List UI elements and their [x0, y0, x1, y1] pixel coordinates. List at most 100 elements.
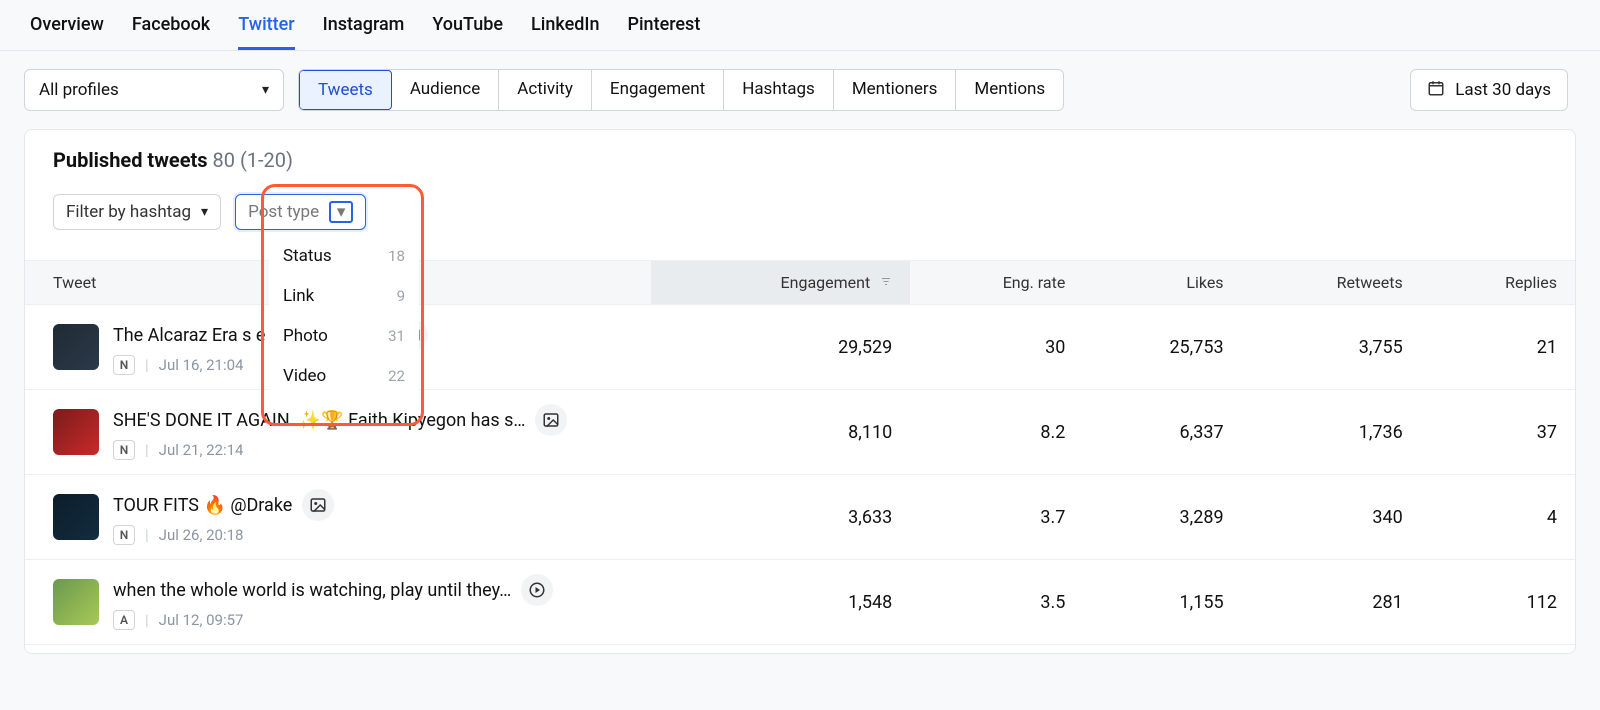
col-likes[interactable]: Likes [1083, 261, 1241, 305]
table-row[interactable]: when the whole world is watching, play u… [25, 560, 1575, 645]
tab-pinterest[interactable]: Pinterest [627, 14, 700, 50]
subtab-activity[interactable]: Activity [499, 70, 592, 110]
separator: | [145, 526, 149, 544]
option-count: 22 [388, 367, 405, 385]
cell-replies: 37 [1421, 390, 1575, 475]
cell-eng-rate: 30 [910, 305, 1083, 390]
table-row[interactable]: SHE'S DONE IT AGAIN. ✨🏆 Faith Kipyegon h… [25, 390, 1575, 475]
tab-instagram[interactable]: Instagram [323, 14, 405, 50]
option-link[interactable]: Link 9 [269, 276, 419, 316]
cell-engagement: 29,529 [651, 305, 910, 390]
image-icon [535, 404, 567, 436]
tweet-thumbnail [53, 494, 99, 540]
cell-eng-rate: 8.2 [910, 390, 1083, 475]
subtab-audience[interactable]: Audience [392, 70, 499, 110]
cell-likes: 1,155 [1083, 560, 1241, 645]
cell-eng-rate: 3.7 [910, 475, 1083, 560]
date-range-label: Last 30 days [1455, 80, 1551, 100]
tweet-thumbnail [53, 579, 99, 625]
table-row[interactable]: TOUR FITS 🔥 @Drake N | Jul 26, 20:18 3,6… [25, 475, 1575, 560]
sub-tabs: Tweets Audience Activity Engagement Hash… [298, 69, 1064, 111]
cell-likes: 3,289 [1083, 475, 1241, 560]
option-count: 18 [388, 247, 405, 265]
panel-header: Published tweets 80 (1-20) [25, 130, 1575, 188]
option-label: Status [283, 246, 332, 266]
option-count: 31 [388, 327, 405, 345]
subtab-hashtags[interactable]: Hashtags [724, 70, 834, 110]
tab-linkedin[interactable]: LinkedIn [531, 14, 599, 50]
tab-overview[interactable]: Overview [30, 14, 104, 50]
chevron-down-icon: ▾ [329, 201, 353, 223]
tweet-thumbnail [53, 409, 99, 455]
play-icon [521, 574, 553, 606]
cell-eng-rate: 3.5 [910, 560, 1083, 645]
image-icon [302, 489, 334, 521]
profile-badge: N [113, 440, 135, 460]
col-label: Engagement [781, 273, 871, 292]
tweet-text: SHE'S DONE IT AGAIN. ✨🏆 Faith Kipyegon h… [113, 410, 525, 431]
subtab-tweets[interactable]: Tweets [299, 70, 392, 110]
filter-post-type[interactable]: Post type ▾ [235, 194, 366, 230]
cell-likes: 6,337 [1083, 390, 1241, 475]
date-range-select[interactable]: Last 30 days [1410, 69, 1568, 111]
cell-replies: 4 [1421, 475, 1575, 560]
table-row[interactable]: The Alcaraz Era s e in which age … N | J… [25, 305, 1575, 390]
chevron-down-icon: ▾ [201, 204, 208, 220]
tweet-text: when the whole world is watching, play u… [113, 580, 511, 601]
tweets-panel: Published tweets 80 (1-20) Filter by has… [24, 129, 1576, 654]
cell-likes: 25,753 [1083, 305, 1241, 390]
tweet-date: Jul 21, 22:14 [159, 441, 244, 459]
cell-engagement: 3,633 [651, 475, 910, 560]
sort-desc-icon [880, 273, 892, 292]
option-label: Link [283, 286, 314, 306]
tweets-table: Tweet Engagement Eng. rate Likes Retweet… [25, 260, 1575, 645]
tweet-text: TOUR FITS 🔥 @Drake [113, 495, 292, 516]
cell-retweets: 1,736 [1242, 390, 1421, 475]
tab-facebook[interactable]: Facebook [132, 14, 210, 50]
filter-hashtag[interactable]: Filter by hashtag ▾ [53, 194, 221, 230]
option-label: Photo [283, 326, 328, 346]
cell-replies: 112 [1421, 560, 1575, 645]
cell-retweets: 281 [1242, 560, 1421, 645]
tweet-date: Jul 26, 20:18 [159, 526, 244, 544]
cell-engagement: 1,548 [651, 560, 910, 645]
cell-retweets: 3,755 [1242, 305, 1421, 390]
chevron-down-icon: ▾ [262, 82, 269, 98]
option-photo[interactable]: Photo 31 [269, 316, 419, 356]
cell-engagement: 8,110 [651, 390, 910, 475]
toolbar: All profiles ▾ Tweets Audience Activity … [0, 51, 1600, 129]
tab-youtube[interactable]: YouTube [432, 14, 503, 50]
option-label: Video [283, 366, 326, 386]
separator: | [145, 356, 149, 374]
col-retweets[interactable]: Retweets [1242, 261, 1421, 305]
subtab-mentions[interactable]: Mentions [956, 70, 1063, 110]
panel-title: Published tweets [53, 148, 208, 172]
tweet-thumbnail [53, 324, 99, 370]
filter-post-type-label: Post type [248, 202, 319, 222]
option-status[interactable]: Status 18 [269, 236, 419, 276]
filters-row: Filter by hashtag ▾ Post type ▾ Status 1… [25, 188, 1575, 260]
filter-hashtag-label: Filter by hashtag [66, 202, 191, 222]
col-engagement[interactable]: Engagement [651, 261, 910, 305]
cell-replies: 21 [1421, 305, 1575, 390]
platform-tabs: Overview Facebook Twitter Instagram YouT… [0, 0, 1600, 51]
option-video[interactable]: Video 22 [269, 356, 419, 396]
subtab-mentioners[interactable]: Mentioners [834, 70, 957, 110]
subtab-engagement[interactable]: Engagement [592, 70, 724, 110]
profile-badge: A [113, 610, 135, 630]
profile-badge: N [113, 355, 135, 375]
col-replies[interactable]: Replies [1421, 261, 1575, 305]
tweet-date: Jul 12, 09:57 [159, 611, 244, 629]
panel-count: 80 (1-20) [213, 148, 294, 172]
col-eng-rate[interactable]: Eng. rate [910, 261, 1083, 305]
profiles-select[interactable]: All profiles ▾ [24, 69, 284, 111]
calendar-icon [1427, 79, 1445, 102]
profiles-select-label: All profiles [39, 80, 119, 100]
cell-retweets: 340 [1242, 475, 1421, 560]
post-type-dropdown: Status 18 Link 9 Photo 31 Video 22 [269, 236, 419, 396]
table-header-row: Tweet Engagement Eng. rate Likes Retweet… [25, 261, 1575, 305]
option-count: 9 [397, 287, 405, 305]
profile-badge: N [113, 525, 135, 545]
tab-twitter[interactable]: Twitter [238, 14, 294, 50]
separator: | [145, 441, 149, 459]
